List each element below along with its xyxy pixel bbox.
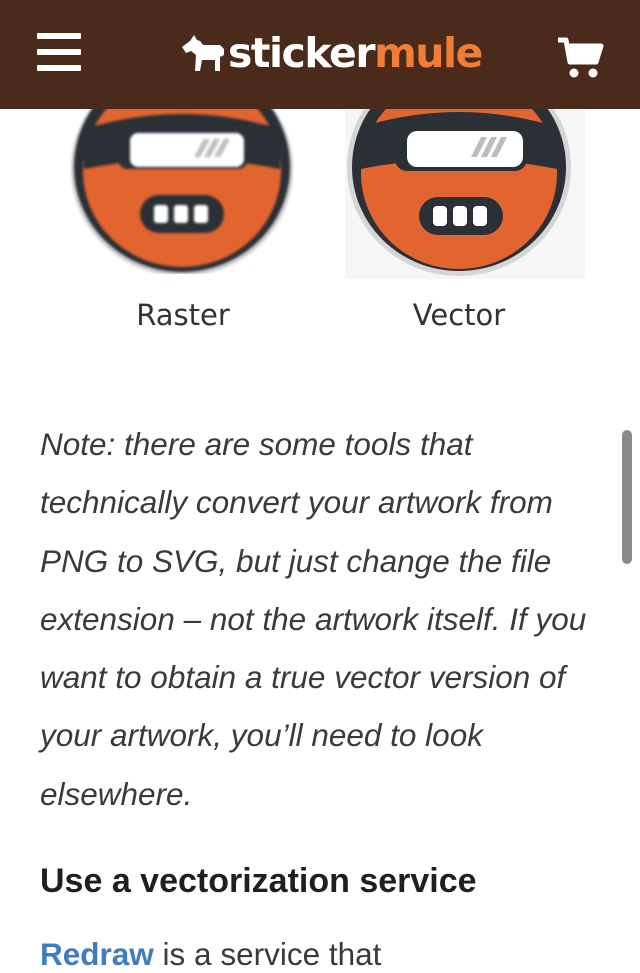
- redraw-link[interactable]: Redraw: [40, 936, 154, 972]
- mule-logo-icon: [182, 35, 224, 71]
- top-navigation-bar: stickermule: [0, 0, 640, 109]
- note-paragraph: Note: there are some tools that technica…: [40, 426, 587, 812]
- shopping-cart-icon[interactable]: [556, 36, 604, 80]
- raster-caption: Raster: [136, 298, 230, 332]
- hamburger-menu-icon[interactable]: [37, 33, 81, 73]
- vector-caption: Vector: [412, 298, 506, 332]
- raster-mascot-image: [71, 109, 293, 274]
- vector-mascot-image: [345, 109, 585, 279]
- section-heading: Use a vectorization service: [40, 862, 477, 900]
- scrollbar-thumb[interactable]: [622, 430, 632, 564]
- logo-text-sticker: sticker: [228, 28, 376, 77]
- logo-text-mule: mule: [374, 28, 483, 77]
- section-paragraph: Redraw is a service that: [40, 936, 381, 973]
- paragraph-text: is a service that: [153, 936, 382, 972]
- stickermule-logo[interactable]: stickermule: [180, 28, 483, 78]
